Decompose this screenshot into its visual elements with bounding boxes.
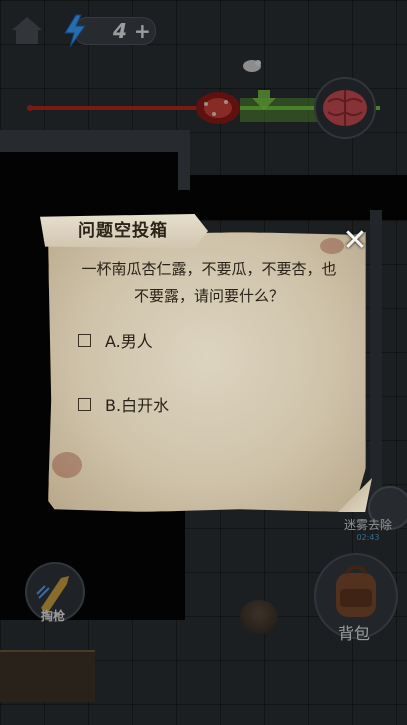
option-b-label: B.白开水 bbox=[105, 396, 170, 415]
blood-stain bbox=[52, 452, 82, 478]
option-a-label: A.男人 bbox=[105, 332, 153, 351]
option-a-checkbox[interactable] bbox=[78, 333, 91, 347]
close-icon[interactable]: ✕ bbox=[338, 226, 372, 256]
option-a[interactable]: A.男人 bbox=[78, 327, 153, 353]
dialog-title: 问题空投箱 bbox=[78, 221, 168, 241]
option-b[interactable]: B.白开水 bbox=[78, 391, 169, 417]
question-text: 一杯南瓜杏仁露，不要瓜，不要杏，也不要露，请问要什么？ bbox=[81, 260, 337, 305]
option-b-checkbox[interactable] bbox=[78, 397, 91, 411]
